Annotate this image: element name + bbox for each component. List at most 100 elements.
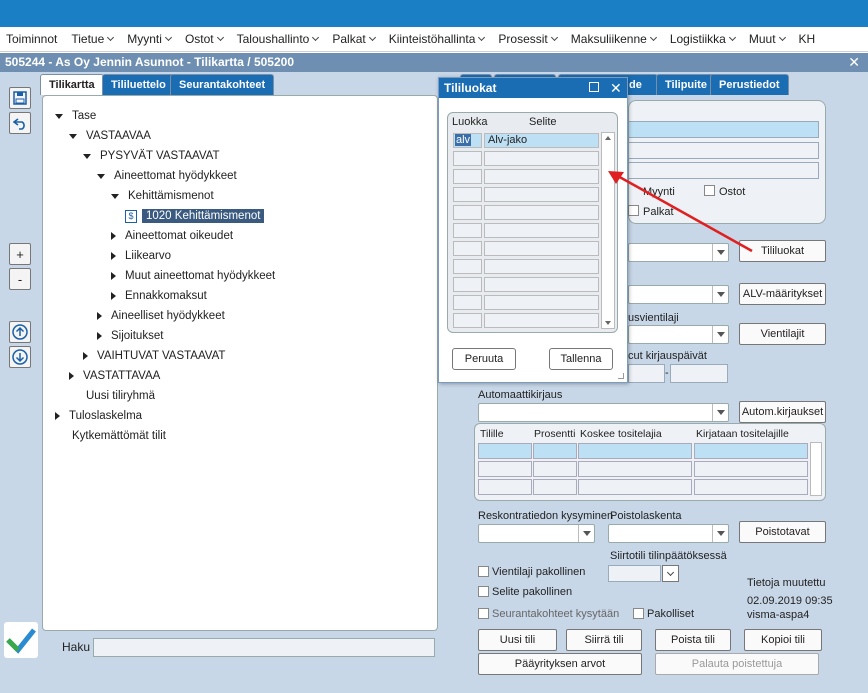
scroll-down-icon[interactable]: [605, 321, 611, 325]
luokka-cell[interactable]: [453, 187, 482, 202]
grid-cell[interactable]: [578, 443, 692, 459]
menu-ostot[interactable]: Ostot: [185, 32, 224, 46]
automaattikirjaus-select[interactable]: [478, 403, 729, 422]
kopioi-tili-button[interactable]: Kopioi tili: [744, 629, 822, 651]
tab-perustiedot[interactable]: Perustiedot: [710, 74, 789, 95]
caret-down-icon[interactable]: [83, 153, 91, 159]
account-number-field[interactable]: [628, 121, 819, 138]
grid-cell[interactable]: [533, 443, 577, 459]
tree-node[interactable]: Liikearvo: [111, 248, 171, 264]
paayrityksen-arvot-button[interactable]: Pääyrityksen arvot: [478, 653, 642, 675]
menu-kiinteistohallinta[interactable]: Kiinteistöhallinta: [389, 32, 486, 46]
menu-tietue[interactable]: Tietue: [71, 32, 115, 46]
tree-node[interactable]: Kehittämismenot: [111, 188, 214, 204]
tree-node[interactable]: $1020 Kehittämismenot: [125, 208, 265, 224]
menu-prosessit[interactable]: Prosessit: [498, 32, 558, 46]
selite-cell[interactable]: [484, 313, 599, 328]
close-icon[interactable]: ✕: [610, 78, 622, 98]
menu-kh[interactable]: KH: [799, 32, 816, 46]
poistolaskenta-select[interactable]: [608, 524, 729, 543]
selite-cell[interactable]: [484, 241, 599, 256]
tab-tilikartta[interactable]: Tilikartta: [40, 74, 104, 95]
scroll-up-icon[interactable]: [605, 136, 611, 140]
collapse-minus-icon[interactable]: -: [9, 268, 31, 290]
caret-right-icon[interactable]: [111, 292, 116, 300]
menu-taloushallinto[interactable]: Taloushallinto: [237, 32, 320, 46]
selite-cell[interactable]: [484, 187, 599, 202]
tree-node[interactable]: Uusi tiliryhmä: [69, 388, 155, 404]
menu-palkat[interactable]: Palkat: [332, 32, 376, 46]
siirtotili-dropdown-button[interactable]: [662, 565, 679, 582]
selite-cell[interactable]: [484, 259, 599, 274]
caret-down-icon[interactable]: [97, 173, 105, 179]
tree-node[interactable]: Sijoitukset: [97, 328, 163, 344]
maximize-icon[interactable]: [589, 82, 599, 92]
menu-toiminnot[interactable]: Toiminnot: [6, 32, 57, 46]
caret-right-icon[interactable]: [111, 272, 116, 280]
luokka-cell[interactable]: [453, 169, 482, 184]
grid-cell[interactable]: [694, 461, 808, 477]
siirtotili-field[interactable]: [608, 565, 661, 582]
selite-cell[interactable]: [484, 295, 599, 310]
tree-node[interactable]: Tuloslaskelma: [55, 408, 142, 424]
tree-node[interactable]: Kytkemättömät tilit: [55, 428, 166, 444]
expand-plus-icon[interactable]: +: [9, 243, 31, 265]
caret-down-icon[interactable]: [69, 133, 77, 139]
undo-icon[interactable]: [9, 112, 31, 134]
luokka-cell[interactable]: [453, 223, 482, 238]
luokka-cell[interactable]: [453, 259, 482, 274]
selite-cell[interactable]: [484, 205, 599, 220]
selite-cell[interactable]: Alv-jako: [484, 133, 599, 148]
save-icon[interactable]: [9, 87, 31, 109]
grid-scrollbar[interactable]: [810, 442, 822, 496]
arrow-up-circle-icon[interactable]: [9, 321, 31, 343]
caret-down-icon[interactable]: [55, 113, 63, 119]
grid-cell[interactable]: [478, 461, 532, 477]
seurantakohteet-checkbox[interactable]: [478, 608, 489, 619]
arrow-down-circle-icon[interactable]: [9, 346, 31, 368]
poistotavat-button[interactable]: Poistotavat: [739, 521, 826, 543]
tree-node[interactable]: Ennakkomaksut: [111, 288, 207, 304]
pakolliset-checkbox[interactable]: [633, 608, 644, 619]
save-button[interactable]: Tallenna: [549, 348, 613, 370]
selite-cell[interactable]: [484, 169, 599, 184]
siirra-tili-button[interactable]: Siirrä tili: [566, 629, 642, 651]
kirjauspaiva-from-field[interactable]: [628, 364, 665, 383]
caret-right-icon[interactable]: [69, 372, 74, 380]
menu-logistiikka[interactable]: Logistiikka: [670, 32, 736, 46]
tree-node[interactable]: Aineettomat oikeudet: [111, 228, 233, 244]
selite-pakollinen-checkbox[interactable]: [478, 586, 489, 597]
tree-node[interactable]: VAIHTUVAT VASTAAVAT: [83, 348, 225, 364]
luokka-cell[interactable]: [453, 241, 482, 256]
alv-select[interactable]: [628, 285, 729, 304]
tree-node[interactable]: Muut aineettomat hyödykkeet: [111, 268, 275, 284]
search-input[interactable]: [93, 638, 435, 657]
alv-maaritykset-button[interactable]: ALV-määritykset: [739, 283, 826, 305]
tree-node[interactable]: Aineelliset hyödykkeet: [97, 308, 225, 324]
uusi-tili-button[interactable]: Uusi tili: [478, 629, 557, 651]
autom-kirjaukset-button[interactable]: Autom.kirjaukset: [739, 401, 826, 423]
caret-down-icon[interactable]: [111, 193, 119, 199]
cancel-button[interactable]: Peruuta: [452, 348, 516, 370]
account-name-field[interactable]: [628, 142, 819, 159]
vientilaji-select[interactable]: [628, 325, 729, 344]
grid-cell[interactable]: [694, 479, 808, 495]
luokka-cell[interactable]: [453, 295, 482, 310]
menu-myynti[interactable]: Myynti: [127, 32, 172, 46]
menu-muut[interactable]: Muut: [749, 32, 786, 46]
grid-cell[interactable]: [533, 461, 577, 477]
grid-cell[interactable]: [478, 443, 532, 459]
poista-tili-button[interactable]: Poista tili: [655, 629, 731, 651]
caret-right-icon[interactable]: [97, 312, 102, 320]
grid-cell[interactable]: [478, 479, 532, 495]
luokka-cell[interactable]: [453, 313, 482, 328]
kirjauspaiva-to-field[interactable]: [670, 364, 728, 383]
tree-node[interactable]: Tase: [55, 108, 96, 124]
vientilaji-pakollinen-checkbox[interactable]: [478, 566, 489, 577]
tab-tililuettelo[interactable]: Tililuettelo: [102, 74, 175, 95]
vientilajit-button[interactable]: Vientilajit: [739, 323, 826, 345]
luokka-cell[interactable]: [453, 205, 482, 220]
caret-right-icon[interactable]: [111, 252, 116, 260]
close-icon[interactable]: ✕: [848, 53, 860, 72]
grid-cell[interactable]: [578, 461, 692, 477]
